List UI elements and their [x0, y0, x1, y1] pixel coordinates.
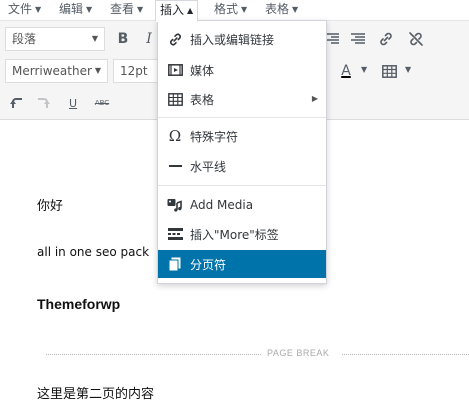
menu-file-label: 文件: [8, 2, 33, 16]
chevron-down-icon: ▼: [137, 5, 144, 14]
menu-file[interactable]: 文件 ▼: [4, 0, 45, 21]
menu-item-label: 分页符: [190, 257, 227, 272]
menu-item-insert-more-tag[interactable]: 插入"More"标签: [158, 220, 326, 248]
table-button[interactable]: [377, 59, 401, 83]
menu-format-label: 格式: [214, 2, 239, 16]
insert-link-button[interactable]: [374, 27, 398, 51]
chevron-down-icon: ▼: [292, 5, 299, 14]
align-justify-icon: [351, 33, 365, 44]
block-format-value: 段落: [12, 32, 37, 46]
menu-view-label: 查看: [110, 2, 135, 16]
menu-item-label: 特殊字符: [190, 129, 239, 144]
strikethrough-icon: ABC: [94, 99, 110, 107]
underline-icon: U: [68, 96, 78, 110]
menu-item-horizontal-line[interactable]: 水平线: [158, 152, 326, 180]
menu-item-label: 插入"More"标签: [190, 227, 279, 242]
menu-table-label: 表格: [265, 2, 290, 16]
text-color-icon: A: [341, 63, 351, 79]
menu-edit-label: 编辑: [59, 2, 84, 16]
redo-icon: [38, 98, 50, 108]
menu-item-media[interactable]: 媒体: [158, 56, 326, 84]
menu-item-label: Add Media: [190, 198, 254, 212]
table-icon: [381, 64, 397, 78]
omega-icon: Ω: [168, 127, 182, 145]
page-break-icon: [166, 256, 184, 272]
bold-button[interactable]: B: [111, 27, 135, 51]
insert-menu-dropdown: 插入或编辑链接 媒体 表格 ▶ Ω 特殊字符 水平线 Add Media 插入"…: [157, 20, 327, 284]
menu-item-add-media[interactable]: Add Media: [158, 191, 326, 219]
menu-item-table[interactable]: 表格 ▶: [158, 85, 326, 113]
undo-icon: [10, 98, 22, 108]
block-format-select[interactable]: 段落 ▼: [5, 27, 105, 51]
font-size-select[interactable]: 12pt: [113, 59, 163, 83]
page-break-label: PAGE BREAK: [267, 348, 330, 358]
align-justify-button[interactable]: [346, 27, 370, 51]
chevron-right-icon: ▶: [311, 94, 318, 103]
chevron-down-icon[interactable]: ▼: [405, 65, 411, 74]
font-size-value: 12pt: [120, 64, 148, 78]
menu-bar: 文件 ▼ 编辑 ▼ 查看 ▼ 插入 ▲ 格式 ▼ 表格 ▼: [0, 0, 469, 22]
unlink-button[interactable]: [404, 27, 428, 51]
menu-item-label: 表格: [190, 92, 215, 107]
menu-item-special-character[interactable]: Ω 特殊字符: [158, 122, 326, 150]
menu-edit[interactable]: 编辑 ▼: [55, 0, 96, 21]
strikethrough-button[interactable]: ABC: [90, 91, 114, 115]
align-right-icon: [327, 33, 339, 44]
chevron-down-icon: ▼: [35, 5, 42, 14]
media-icon: [166, 62, 184, 78]
underline-button[interactable]: U: [61, 91, 85, 115]
menu-item-label: 媒体: [190, 63, 215, 78]
add-media-icon: [166, 197, 184, 213]
redo-button[interactable]: [31, 91, 55, 115]
menu-item-insert-link[interactable]: 插入或编辑链接: [158, 25, 326, 53]
menu-item-label: 插入或编辑链接: [190, 32, 275, 47]
menu-view[interactable]: 查看 ▼: [106, 0, 147, 21]
link-icon: [380, 32, 392, 46]
chevron-down-icon: ▼: [241, 5, 248, 14]
paragraph-seo: all in one seo pack: [37, 245, 150, 259]
menu-separator: [158, 117, 326, 118]
page-break-line-right: [342, 354, 469, 355]
menu-item-page-break[interactable]: 分页符: [158, 250, 326, 278]
table-icon: [166, 91, 184, 107]
menu-item-label: 水平线: [190, 159, 227, 174]
menu-insert[interactable]: 插入 ▲: [155, 0, 199, 22]
paragraph-second-page: 这里是第二页的内容: [37, 387, 155, 402]
link-icon: [166, 31, 184, 47]
paragraph-hello: 你好: [37, 199, 64, 214]
bold-icon: B: [117, 31, 129, 47]
menu-insert-label: 插入: [160, 3, 185, 17]
font-family-value: Merriweather: [12, 64, 92, 78]
unlink-icon: [409, 32, 423, 46]
chevron-down-icon: ▼: [86, 5, 93, 14]
menu-table[interactable]: 表格 ▼: [261, 0, 302, 21]
paragraph-themeforwp: Themeforwp: [37, 296, 121, 312]
italic-icon: I: [146, 31, 152, 47]
undo-button[interactable]: [5, 91, 29, 115]
text-color-button[interactable]: A: [332, 59, 360, 83]
chevron-down-icon[interactable]: ▼: [361, 65, 367, 74]
horizontal-line-icon: [166, 158, 184, 174]
chevron-up-icon: ▲: [187, 6, 194, 15]
font-family-select[interactable]: Merriweather ▼: [5, 59, 108, 83]
chevron-down-icon: ▼: [91, 34, 98, 43]
menu-format[interactable]: 格式 ▼: [210, 0, 251, 21]
more-tag-icon: [166, 226, 184, 242]
page-break-marker[interactable]: PAGE BREAK: [46, 348, 469, 360]
chevron-down-icon: ▼: [94, 66, 101, 75]
page-break-line-left: [46, 354, 261, 355]
menu-separator: [158, 185, 326, 186]
